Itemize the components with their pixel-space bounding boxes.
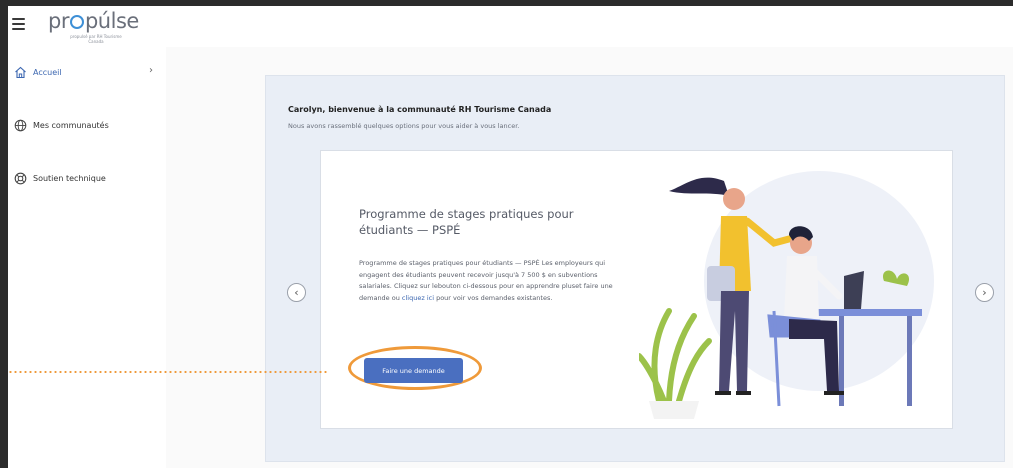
logo-tagline: propulsé par RH Tourisme Canada bbox=[70, 34, 122, 44]
sidebar-item-label: Accueil bbox=[33, 67, 62, 77]
home-icon bbox=[13, 65, 27, 79]
sidebar-item-label: Mes communautés bbox=[33, 120, 109, 130]
welcome-subtitle: Nous avons rassemblé quelques options po… bbox=[288, 122, 520, 130]
carousel-prev-button[interactable]: ‹ bbox=[287, 283, 306, 302]
sidebar-item-label: Soutien technique bbox=[33, 173, 106, 183]
globe-icon bbox=[13, 118, 27, 132]
cliquez-ici-link[interactable]: cliquez ici bbox=[402, 294, 434, 302]
dotted-pointer-line bbox=[8, 371, 329, 373]
welcome-panel: Carolyn, bienvenue à la communauté RH To… bbox=[265, 75, 1005, 462]
app-frame: pr púlse propulsé par RH Tourisme Canada … bbox=[8, 6, 1013, 468]
hamburger-menu-icon[interactable] bbox=[12, 18, 25, 30]
sidebar-item-mes-communautes[interactable]: Mes communautés bbox=[8, 114, 166, 136]
propulse-logo[interactable]: pr púlse propulsé par RH Tourisme Canada bbox=[48, 9, 139, 44]
support-icon bbox=[13, 171, 27, 185]
carousel-next-button[interactable]: › bbox=[975, 283, 994, 302]
sidebar-item-accueil[interactable]: Accueil › bbox=[8, 61, 166, 83]
top-bar: pr púlse propulsé par RH Tourisme Canada bbox=[8, 6, 1013, 47]
faire-une-demande-button[interactable]: Faire une demande bbox=[364, 358, 463, 383]
sidebar: Accueil › Mes communautés Soutien techni… bbox=[8, 47, 166, 468]
slide-title: Programme de stages pratiques pour étudi… bbox=[359, 207, 574, 237]
chevron-right-icon: › bbox=[982, 286, 987, 299]
people-working-illustration bbox=[639, 171, 934, 419]
welcome-title: Carolyn, bienvenue à la communauté RH To… bbox=[288, 105, 552, 114]
carousel-slide: Programme de stages pratiques pour étudi… bbox=[320, 150, 953, 429]
chevron-left-icon: ‹ bbox=[294, 286, 299, 299]
sidebar-item-soutien-technique[interactable]: Soutien technique bbox=[8, 167, 166, 189]
slide-body: Programme de stages pratiques pour étudi… bbox=[359, 259, 613, 302]
chevron-right-icon: › bbox=[149, 65, 153, 76]
